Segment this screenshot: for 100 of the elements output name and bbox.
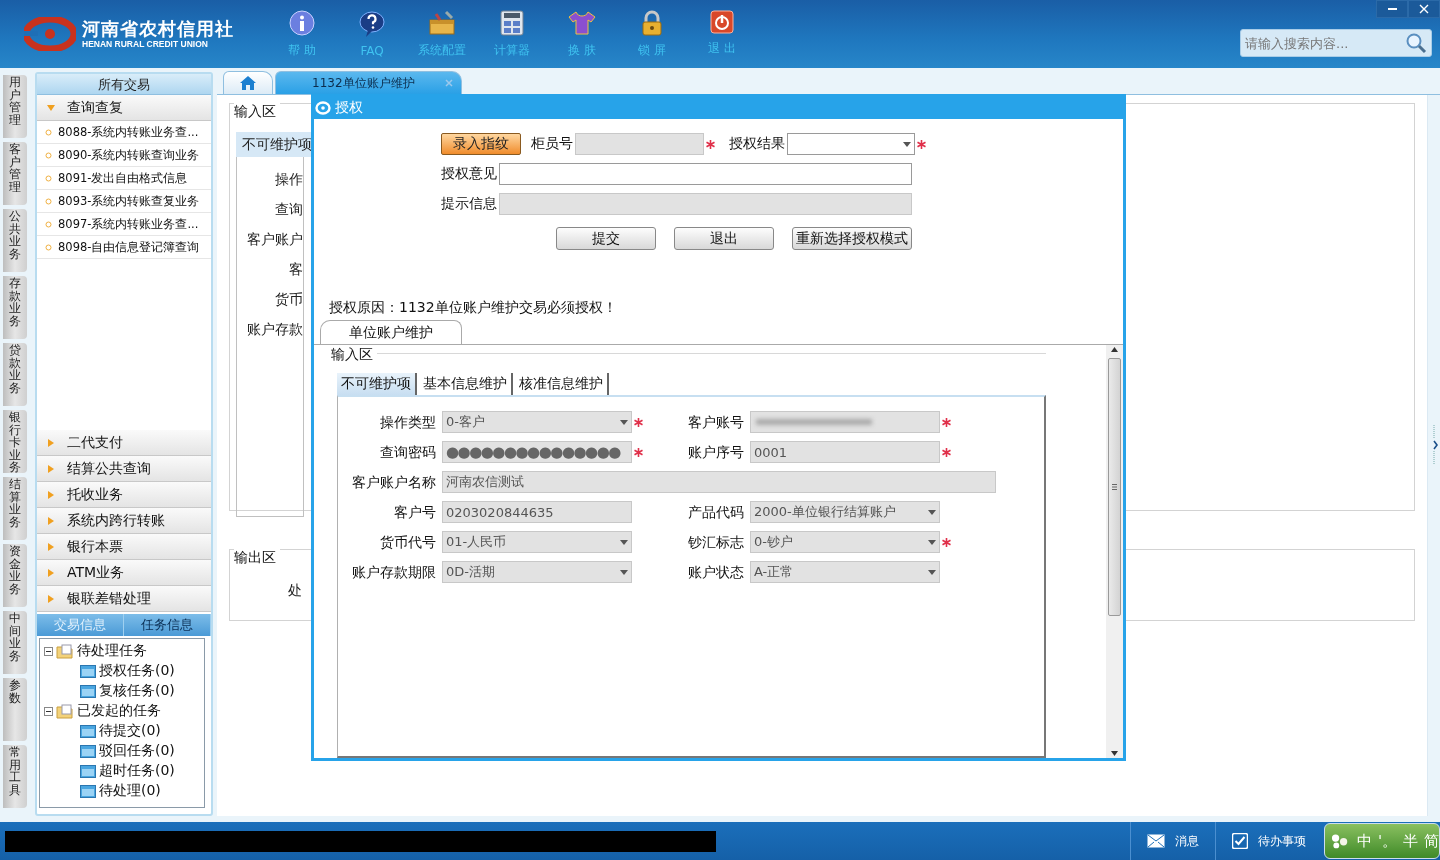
side-tab[interactable]: 资金业务: [3, 544, 27, 607]
open-folder-icon: [56, 643, 74, 659]
dropdown-caret-icon: [928, 539, 936, 545]
scrollbar[interactable]: [1106, 345, 1123, 758]
field-label: 操作: [274, 170, 303, 189]
side-tab[interactable]: 参数: [3, 678, 27, 741]
minimize-icon: [1387, 7, 1397, 11]
collapse-icon[interactable]: [44, 646, 53, 656]
side-tab[interactable]: 中间业务: [3, 611, 27, 674]
expand-handle-icon[interactable]: [1433, 424, 1439, 465]
status-button[interactable]: 待办事项: [1215, 822, 1322, 860]
scroll-down-icon[interactable]: [1111, 751, 1118, 756]
menu-group[interactable]: 托收业务: [37, 482, 211, 508]
close-icon: [1419, 4, 1429, 14]
menu-group[interactable]: 银联差错处理: [37, 586, 211, 612]
panel-title: 所有交易: [37, 74, 211, 95]
folder-icon: [80, 724, 96, 738]
field-label: 查询密码: [379, 443, 437, 462]
power-icon: [710, 10, 734, 34]
menu-group[interactable]: 银行本票: [37, 534, 211, 560]
field-label: 授权结果: [729, 135, 785, 153]
field-label: 产品代码: [687, 503, 745, 522]
toolbox-icon: [428, 10, 456, 36]
folder-icon: [80, 664, 96, 678]
field-label: 账户存款: [246, 320, 303, 339]
side-tab[interactable]: 银行卡业务: [3, 410, 27, 473]
field-label: 提示信息: [441, 195, 497, 213]
open-folder-icon: [56, 703, 74, 719]
info-icon: [289, 10, 315, 36]
field-label: 账户状态: [687, 563, 745, 582]
field-label: 查询: [274, 200, 303, 219]
menu-group[interactable]: 结算公共查询: [37, 456, 211, 482]
tree-node[interactable]: 待处理(0): [99, 782, 161, 800]
home-tab[interactable]: [223, 71, 273, 94]
side-tab[interactable]: 存款业务: [3, 276, 27, 339]
checkbox-icon: [1232, 833, 1248, 849]
folder-icon: [80, 684, 96, 698]
dialog-button[interactable]: 退出: [674, 227, 774, 250]
search-icon[interactable]: [1405, 32, 1427, 54]
tab[interactable]: 单位账户维护: [320, 320, 462, 344]
minimize-button[interactable]: [1376, 0, 1408, 18]
dialog-button[interactable]: 重新选择授权模式: [792, 227, 912, 250]
collapse-icon[interactable]: [44, 706, 53, 716]
tree-node[interactable]: 授权任务(0): [99, 662, 175, 680]
search-field[interactable]: 请输入搜索内容...: [1240, 29, 1432, 57]
side-tab[interactable]: 客户管理: [3, 142, 27, 205]
menu-group[interactable]: 二代支付: [37, 430, 211, 456]
tshirt-icon: [568, 10, 596, 36]
grip-icon: [1112, 484, 1117, 490]
tree-node[interactable]: 超时任务(0): [99, 762, 175, 780]
envelope-icon: [1147, 834, 1165, 848]
tab[interactable]: 任务信息: [124, 614, 211, 636]
close-button[interactable]: [1408, 0, 1440, 18]
tree-node[interactable]: 待提交(0): [99, 722, 161, 740]
menu-group[interactable]: ATM业务: [37, 560, 211, 586]
section-legend: 输入区: [331, 346, 377, 364]
folder-icon: [80, 764, 96, 778]
authorization-reason: 授权原因：1132单位账户维护交易必须授权！: [328, 299, 618, 317]
menu-group[interactable]: 查询查复: [37, 95, 211, 121]
tree-node[interactable]: 复核任务(0): [99, 682, 175, 700]
field-label: 账户序号: [687, 443, 745, 462]
tree-node[interactable]: 待处理任务: [77, 642, 147, 660]
tab[interactable]: 不可维护项: [337, 373, 417, 395]
side-tab[interactable]: 结算业务: [3, 477, 27, 540]
fingerprint-button[interactable]: 录入指纹: [441, 133, 521, 155]
dropdown-caret-icon: [620, 569, 628, 575]
bullet-icon: [45, 197, 52, 205]
field-label: 钞汇标志: [687, 533, 745, 552]
bullet-icon: [45, 174, 52, 182]
input-field[interactable]: [499, 163, 912, 185]
side-tab[interactable]: 常用工具: [3, 745, 27, 808]
dropdown-caret-icon: [620, 539, 628, 545]
dropdown-field[interactable]: [787, 133, 915, 155]
field-label: 客户账号: [687, 413, 745, 432]
dropdown-caret-icon: [620, 419, 628, 425]
field-label: 操作类型: [379, 413, 437, 432]
tab[interactable]: 1132单位账户维护: [275, 71, 462, 94]
side-tab[interactable]: 公共业务: [3, 209, 27, 272]
field-label: 客户账户名称: [351, 473, 437, 492]
section-legend: 输入区: [234, 103, 280, 121]
field-label: 授权意见: [441, 165, 497, 183]
status-button[interactable]: 消息: [1130, 822, 1215, 860]
dropdown-caret-icon: [928, 509, 936, 515]
bullet-icon: [45, 151, 52, 159]
dialog-button[interactable]: 提交: [556, 227, 656, 250]
dropdown-caret-icon: [928, 569, 936, 575]
tree-node[interactable]: 已发起的任务: [77, 702, 161, 720]
field-label: 柜员号: [531, 135, 573, 153]
bullet-icon: [45, 220, 52, 228]
logo-subtitle: HENAN RURAL CREDIT UNION: [82, 39, 209, 50]
tree-node[interactable]: 驳回任务(0): [99, 742, 175, 760]
side-tab[interactable]: 贷款业务: [3, 343, 27, 406]
side-tab[interactable]: 用户管理: [3, 75, 27, 138]
field-label: 处: [288, 581, 302, 600]
section-legend: 输出区: [234, 549, 280, 567]
dialog-title: 授权: [335, 99, 363, 117]
question-bubble-icon: [358, 10, 386, 38]
scroll-up-icon[interactable]: [1111, 347, 1118, 352]
menu-group[interactable]: 系统内跨行转账: [37, 508, 211, 534]
field-label: 货币代号: [379, 533, 437, 552]
